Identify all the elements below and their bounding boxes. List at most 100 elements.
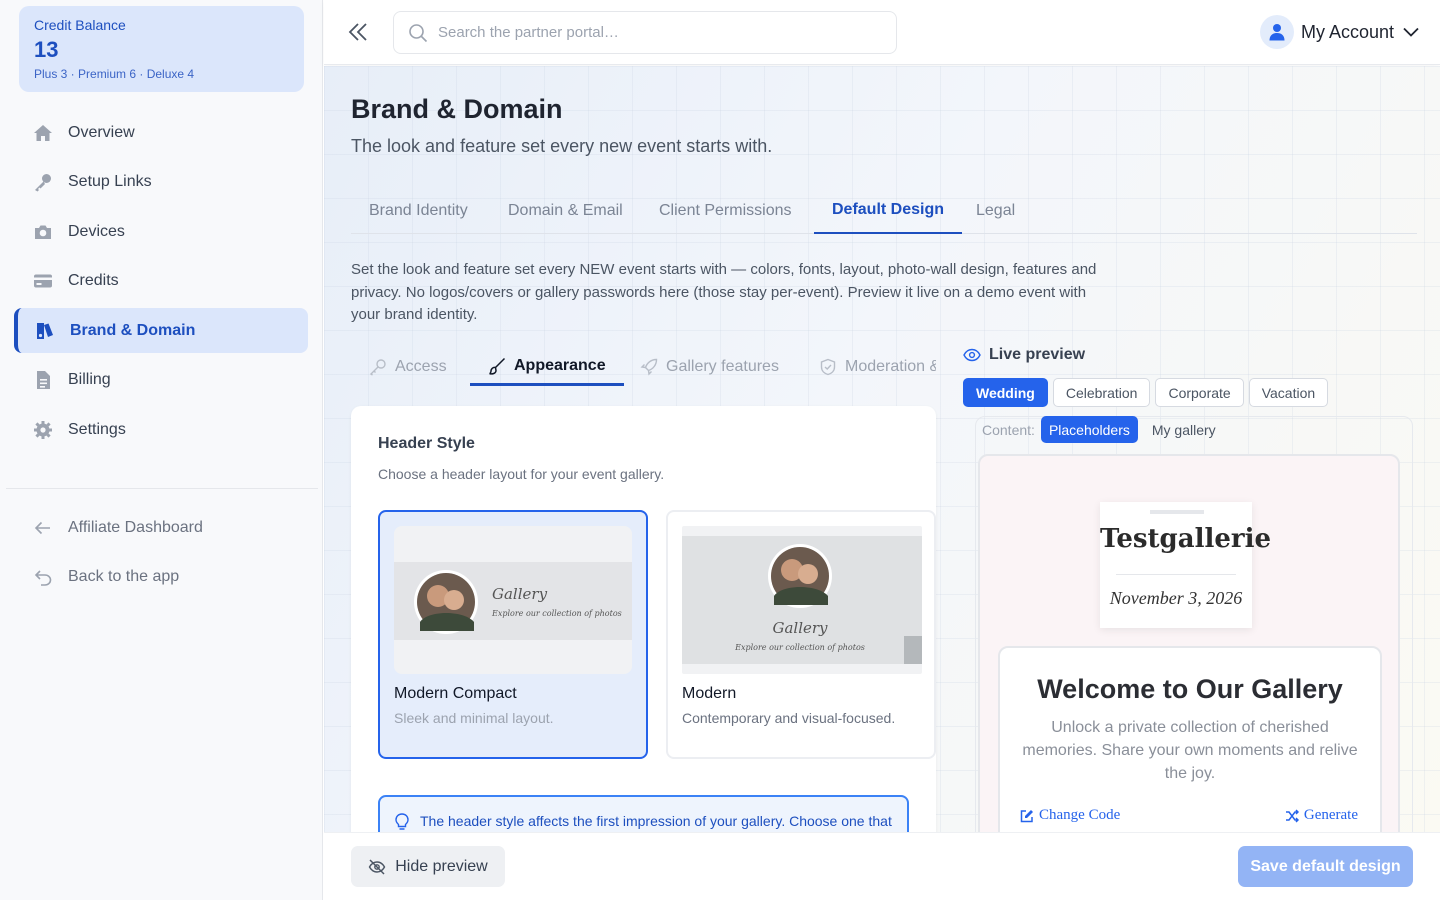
sidebar-secondary-nav: Affiliate Dashboard Back to the app	[14, 505, 308, 604]
sidebar-item-label: Setup Links	[68, 173, 152, 190]
tab-client-permissions[interactable]: Client Permissions	[641, 188, 809, 234]
double-chevron-left-icon	[348, 23, 367, 41]
shuffle-icon	[1285, 808, 1299, 823]
gear-icon	[32, 419, 54, 441]
gallery-preview: Testgallerie November 3, 2026 Welcome to…	[978, 454, 1400, 832]
sidebar-item-credits[interactable]: Credits	[14, 259, 308, 304]
header-option-modern-compact[interactable]: Gallery Explore our collection of photos…	[378, 510, 648, 759]
rocket-icon	[640, 358, 658, 376]
credit-balance-card[interactable]: Credit Balance 13 Plus 3 · Premium 6 · D…	[19, 6, 304, 92]
preset-vacation[interactable]: Vacation	[1248, 378, 1329, 407]
brush-icon	[488, 357, 506, 375]
sidebar-item-overview[interactable]: Overview	[14, 110, 308, 155]
header-style-card: Header Style Choose a header layout for …	[351, 406, 936, 832]
change-code-label: Change Code	[1039, 807, 1121, 823]
option-name: Modern	[682, 685, 737, 702]
subtab-label: Moderation & privacy	[845, 358, 936, 375]
account-label: My Account	[1300, 21, 1394, 42]
thumb-title: Gallery	[772, 619, 828, 637]
compact-header-preview-image: Gallery Explore our collection of photos	[394, 562, 632, 640]
content-my-gallery[interactable]: My gallery	[1144, 416, 1224, 443]
sidebar-item-setup-links[interactable]: Setup Links	[14, 160, 308, 205]
sidebar-divider	[6, 488, 318, 489]
key-icon	[369, 358, 387, 376]
generate-link[interactable]: Generate	[1285, 807, 1358, 824]
sidebar-item-label: Devices	[68, 222, 125, 240]
sidebar-item-affiliate-dashboard[interactable]: Affiliate Dashboard	[14, 505, 308, 550]
sidebar-item-brand-domain[interactable]: Brand & Domain	[14, 308, 308, 353]
account-menu[interactable]: My Account	[1259, 14, 1420, 50]
divider	[1116, 574, 1236, 575]
page-title: Brand & Domain	[351, 94, 563, 124]
sidebar-item-back-to-app[interactable]: Back to the app	[14, 555, 308, 600]
generate-label: Generate	[1303, 807, 1358, 823]
topbar: My Account	[324, 0, 1440, 65]
credit-balance-value: 13	[34, 37, 59, 62]
modern-header-preview-image: Gallery Explore our collection of photos	[682, 536, 922, 664]
tab-brand-identity[interactable]: Brand Identity	[351, 188, 486, 234]
tip-text: The header style affects the first impre…	[420, 813, 892, 829]
search-input[interactable]	[438, 24, 868, 41]
subtab-gallery-features[interactable]: Gallery features	[622, 348, 797, 386]
preset-corporate[interactable]: Corporate	[1155, 378, 1244, 407]
sidebar-item-devices[interactable]: Devices	[14, 209, 308, 254]
header-preview-thumbnail: Gallery Explore our collection of photos	[682, 526, 922, 674]
preset-celebration[interactable]: Celebration	[1052, 378, 1151, 407]
collapse-sidebar-button[interactable]	[344, 18, 372, 46]
page-subtitle: The look and feature set every new event…	[351, 136, 773, 156]
subtab-appearance[interactable]: Appearance	[470, 348, 624, 386]
sidebar-item-label: Credits	[68, 272, 119, 289]
preview-presets: Wedding Celebration Corporate Vacation	[963, 378, 1333, 407]
sidebar-item-settings[interactable]: Settings	[14, 407, 308, 452]
avatar	[1259, 15, 1294, 49]
option-description: Contemporary and visual-focused.	[682, 710, 896, 726]
welcome-text: Unlock a private collection of cherished…	[1022, 719, 1358, 782]
sidebar-item-label: Settings	[68, 420, 126, 438]
welcome-card: Welcome to Our Gallery Unlock a private …	[998, 646, 1382, 832]
key-icon	[32, 171, 54, 193]
chevron-down-icon	[1403, 27, 1419, 37]
credit-breakdown: Plus 3 · Premium 6 · Deluxe 4	[34, 67, 195, 81]
sidebar-item-label: Overview	[68, 123, 135, 141]
gallery-name: Testgallerie	[1100, 524, 1271, 554]
section-description: Set the look and feature set every NEW e…	[351, 261, 1097, 323]
arrow-left-icon	[32, 517, 54, 539]
search-box[interactable]	[393, 11, 897, 54]
subtab-moderation-privacy[interactable]: Moderation & privacy	[801, 348, 936, 386]
header-style-subtitle: Choose a header layout for your event ga…	[378, 466, 665, 482]
eye-icon	[963, 348, 981, 362]
user-icon	[1269, 24, 1285, 41]
undo-icon	[32, 566, 54, 588]
header-preview-thumbnail: Gallery Explore our collection of photos	[394, 526, 632, 674]
home-icon	[32, 122, 54, 144]
gallery-date: November 3, 2026	[1109, 588, 1243, 608]
tab-legal[interactable]: Legal	[958, 188, 1033, 234]
design-subtabs: Access Appearance Gallery features Moder…	[351, 348, 936, 388]
welcome-title: Welcome to Our Gallery	[1037, 674, 1343, 704]
subtab-label: Appearance	[514, 356, 606, 374]
header-option-modern[interactable]: Gallery Explore our collection of photos…	[666, 510, 936, 759]
subtab-label: Gallery features	[666, 358, 779, 375]
sidebar-item-billing[interactable]: Billing	[14, 358, 308, 403]
camera-icon	[32, 221, 54, 243]
option-name: Modern Compact	[394, 685, 517, 702]
thumb-title: Gallery	[492, 585, 548, 603]
header-style-tip: The header style affects the first impre…	[378, 795, 909, 832]
tab-domain-email[interactable]: Domain & Email	[490, 188, 641, 234]
subtab-access[interactable]: Access	[351, 348, 465, 386]
tab-default-design[interactable]: Default Design	[814, 188, 963, 234]
hide-preview-button[interactable]: Hide preview	[351, 846, 505, 887]
card-tape	[1150, 510, 1204, 514]
preset-wedding[interactable]: Wedding	[963, 378, 1048, 407]
sidebar-item-label: Back to the app	[68, 568, 180, 585]
live-preview-label: Live preview	[989, 346, 1086, 363]
search-icon	[409, 23, 428, 42]
bottom-action-bar: Hide preview Save default design	[324, 832, 1440, 900]
change-code-link[interactable]: Change Code	[1020, 807, 1120, 824]
thumb-subtitle: Explore our collection of photos	[491, 609, 622, 618]
content-placeholders[interactable]: Placeholders	[1040, 416, 1138, 443]
edit-icon	[1020, 809, 1033, 822]
credit-balance-title: Credit Balance	[34, 17, 126, 33]
save-default-design-button[interactable]: Save default design	[1238, 846, 1413, 887]
live-preview-title: Live preview	[963, 346, 1085, 364]
